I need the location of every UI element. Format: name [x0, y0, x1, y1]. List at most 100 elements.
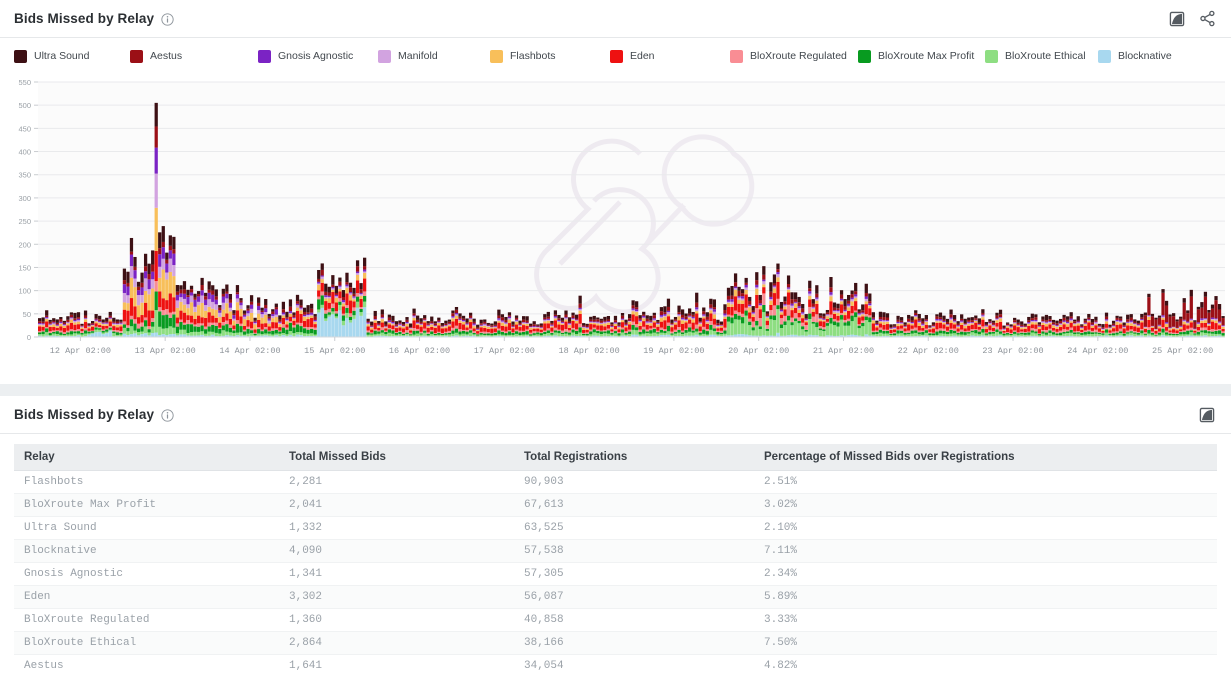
table-row[interactable]: Blocknative4,09057,5387.11% [14, 540, 1217, 563]
svg-text:17 Apr 02:00: 17 Apr 02:00 [474, 346, 535, 356]
svg-text:250: 250 [18, 217, 31, 226]
column-header-3[interactable]: Percentage of Missed Bids over Registrat… [754, 444, 1217, 471]
cell-percentage: 7.50% [754, 632, 1217, 655]
relay-table-container: RelayTotal Missed BidsTotal Registration… [0, 434, 1231, 677]
legend-swatch [730, 50, 743, 63]
legend-item-bloxroute-ethical[interactable]: BloXroute Ethical [985, 50, 1086, 63]
cell-relay: Gnosis Agnostic [14, 563, 279, 586]
info-icon[interactable] [161, 13, 174, 26]
legend-item-eden[interactable]: Eden [610, 50, 655, 63]
cell-registrations: 40,858 [514, 609, 754, 632]
cell-registrations: 90,903 [514, 471, 754, 494]
svg-text:23 Apr 02:00: 23 Apr 02:00 [982, 346, 1043, 356]
table-panel-title: Bids Missed by Relay [14, 407, 154, 422]
legend-label: Blocknative [1118, 50, 1172, 62]
legend-item-gnosis-agnostic[interactable]: Gnosis Agnostic [258, 50, 353, 63]
cell-missed: 2,281 [279, 471, 514, 494]
legend-swatch [490, 50, 503, 63]
table-row[interactable]: BloXroute Regulated1,36040,8583.33% [14, 609, 1217, 632]
legend-item-bloxroute-max-profit[interactable]: BloXroute Max Profit [858, 50, 974, 63]
legend-item-bloxroute-regulated[interactable]: BloXroute Regulated [730, 50, 847, 63]
cell-registrations: 67,613 [514, 494, 754, 517]
legend-swatch [985, 50, 998, 63]
cell-percentage: 2.34% [754, 563, 1217, 586]
legend-swatch [258, 50, 271, 63]
table-row[interactable]: Gnosis Agnostic1,34157,3052.34% [14, 563, 1217, 586]
table-row[interactable]: Flashbots2,28190,9032.51% [14, 471, 1217, 494]
chart-legend: Ultra Sound Aestus Gnosis Agnostic Manifold… [0, 38, 1231, 74]
cell-missed: 4,090 [279, 540, 514, 563]
legend-swatch [130, 50, 143, 63]
legend-label: BloXroute Max Profit [878, 50, 974, 62]
table-row[interactable]: BloXroute Max Profit2,04167,6133.02% [14, 494, 1217, 517]
cell-percentage: 2.51% [754, 471, 1217, 494]
svg-text:150: 150 [18, 263, 31, 272]
svg-text:19 Apr 02:00: 19 Apr 02:00 [643, 346, 704, 356]
table-row[interactable]: Eden3,30256,0875.89% [14, 586, 1217, 609]
cell-registrations: 57,305 [514, 563, 754, 586]
legend-label: BloXroute Regulated [750, 50, 847, 62]
legend-swatch [610, 50, 623, 63]
legend-swatch [378, 50, 391, 63]
stacked-bar-chart[interactable]: 05010015020025030035040045050055012 Apr … [0, 74, 1231, 374]
cell-missed: 1,360 [279, 609, 514, 632]
svg-text:14 Apr 02:00: 14 Apr 02:00 [219, 346, 280, 356]
svg-text:20 Apr 02:00: 20 Apr 02:00 [728, 346, 789, 356]
column-header-2[interactable]: Total Registrations [514, 444, 754, 471]
snapshot-icon[interactable] [1197, 405, 1217, 425]
svg-text:0: 0 [27, 333, 31, 342]
column-header-0[interactable]: Relay [14, 444, 279, 471]
svg-text:50: 50 [23, 310, 31, 319]
legend-item-aestus[interactable]: Aestus [130, 50, 182, 63]
legend-label: Aestus [150, 50, 182, 62]
cell-relay: Ultra Sound [14, 517, 279, 540]
share-icon[interactable] [1197, 9, 1217, 29]
legend-label: Eden [630, 50, 655, 62]
info-icon[interactable] [161, 409, 174, 422]
legend-label: Manifold [398, 50, 438, 62]
cell-percentage: 3.02% [754, 494, 1217, 517]
legend-item-blocknative[interactable]: Blocknative [1098, 50, 1172, 63]
legend-item-flashbots[interactable]: Flashbots [490, 50, 556, 63]
svg-text:25 Apr 02:00: 25 Apr 02:00 [1152, 346, 1213, 356]
legend-swatch [14, 50, 27, 63]
cell-registrations: 38,166 [514, 632, 754, 655]
chart-header-actions [1167, 9, 1217, 29]
table-body: Flashbots2,28190,9032.51%BloXroute Max P… [14, 471, 1217, 677]
legend-swatch [858, 50, 871, 63]
cell-missed: 1,641 [279, 655, 514, 677]
svg-text:15 Apr 02:00: 15 Apr 02:00 [304, 346, 365, 356]
legend-item-ultra-sound[interactable]: Ultra Sound [14, 50, 89, 63]
table-header-row: RelayTotal Missed BidsTotal Registration… [14, 444, 1217, 471]
cell-registrations: 57,538 [514, 540, 754, 563]
svg-text:300: 300 [18, 194, 31, 203]
table-row[interactable]: Ultra Sound1,33263,5252.10% [14, 517, 1217, 540]
legend-label: Gnosis Agnostic [278, 50, 353, 62]
cell-missed: 2,041 [279, 494, 514, 517]
column-header-1[interactable]: Total Missed Bids [279, 444, 514, 471]
svg-text:200: 200 [18, 240, 31, 249]
cell-relay: BloXroute Regulated [14, 609, 279, 632]
svg-text:350: 350 [18, 171, 31, 180]
cell-missed: 3,302 [279, 586, 514, 609]
cell-percentage: 3.33% [754, 609, 1217, 632]
cell-relay: BloXroute Max Profit [14, 494, 279, 517]
cell-percentage: 7.11% [754, 540, 1217, 563]
svg-text:450: 450 [18, 124, 31, 133]
cell-relay: Aestus [14, 655, 279, 677]
svg-text:100: 100 [18, 287, 31, 296]
svg-text:16 Apr 02:00: 16 Apr 02:00 [389, 346, 450, 356]
chart-plot-area[interactable]: 05010015020025030035040045050055012 Apr … [0, 74, 1231, 374]
cell-percentage: 4.82% [754, 655, 1217, 677]
cell-relay: BloXroute Ethical [14, 632, 279, 655]
snapshot-icon[interactable] [1167, 9, 1187, 29]
dashboard-page: Bids Missed by Relay [0, 0, 1231, 677]
legend-item-manifold[interactable]: Manifold [378, 50, 438, 63]
table-row[interactable]: Aestus1,64134,0544.82% [14, 655, 1217, 677]
table-row[interactable]: BloXroute Ethical2,86438,1667.50% [14, 632, 1217, 655]
table-header-actions [1197, 405, 1217, 425]
svg-text:18 Apr 02:00: 18 Apr 02:00 [558, 346, 619, 356]
svg-text:550: 550 [18, 78, 31, 87]
cell-relay: Flashbots [14, 471, 279, 494]
svg-text:13 Apr 02:00: 13 Apr 02:00 [135, 346, 196, 356]
